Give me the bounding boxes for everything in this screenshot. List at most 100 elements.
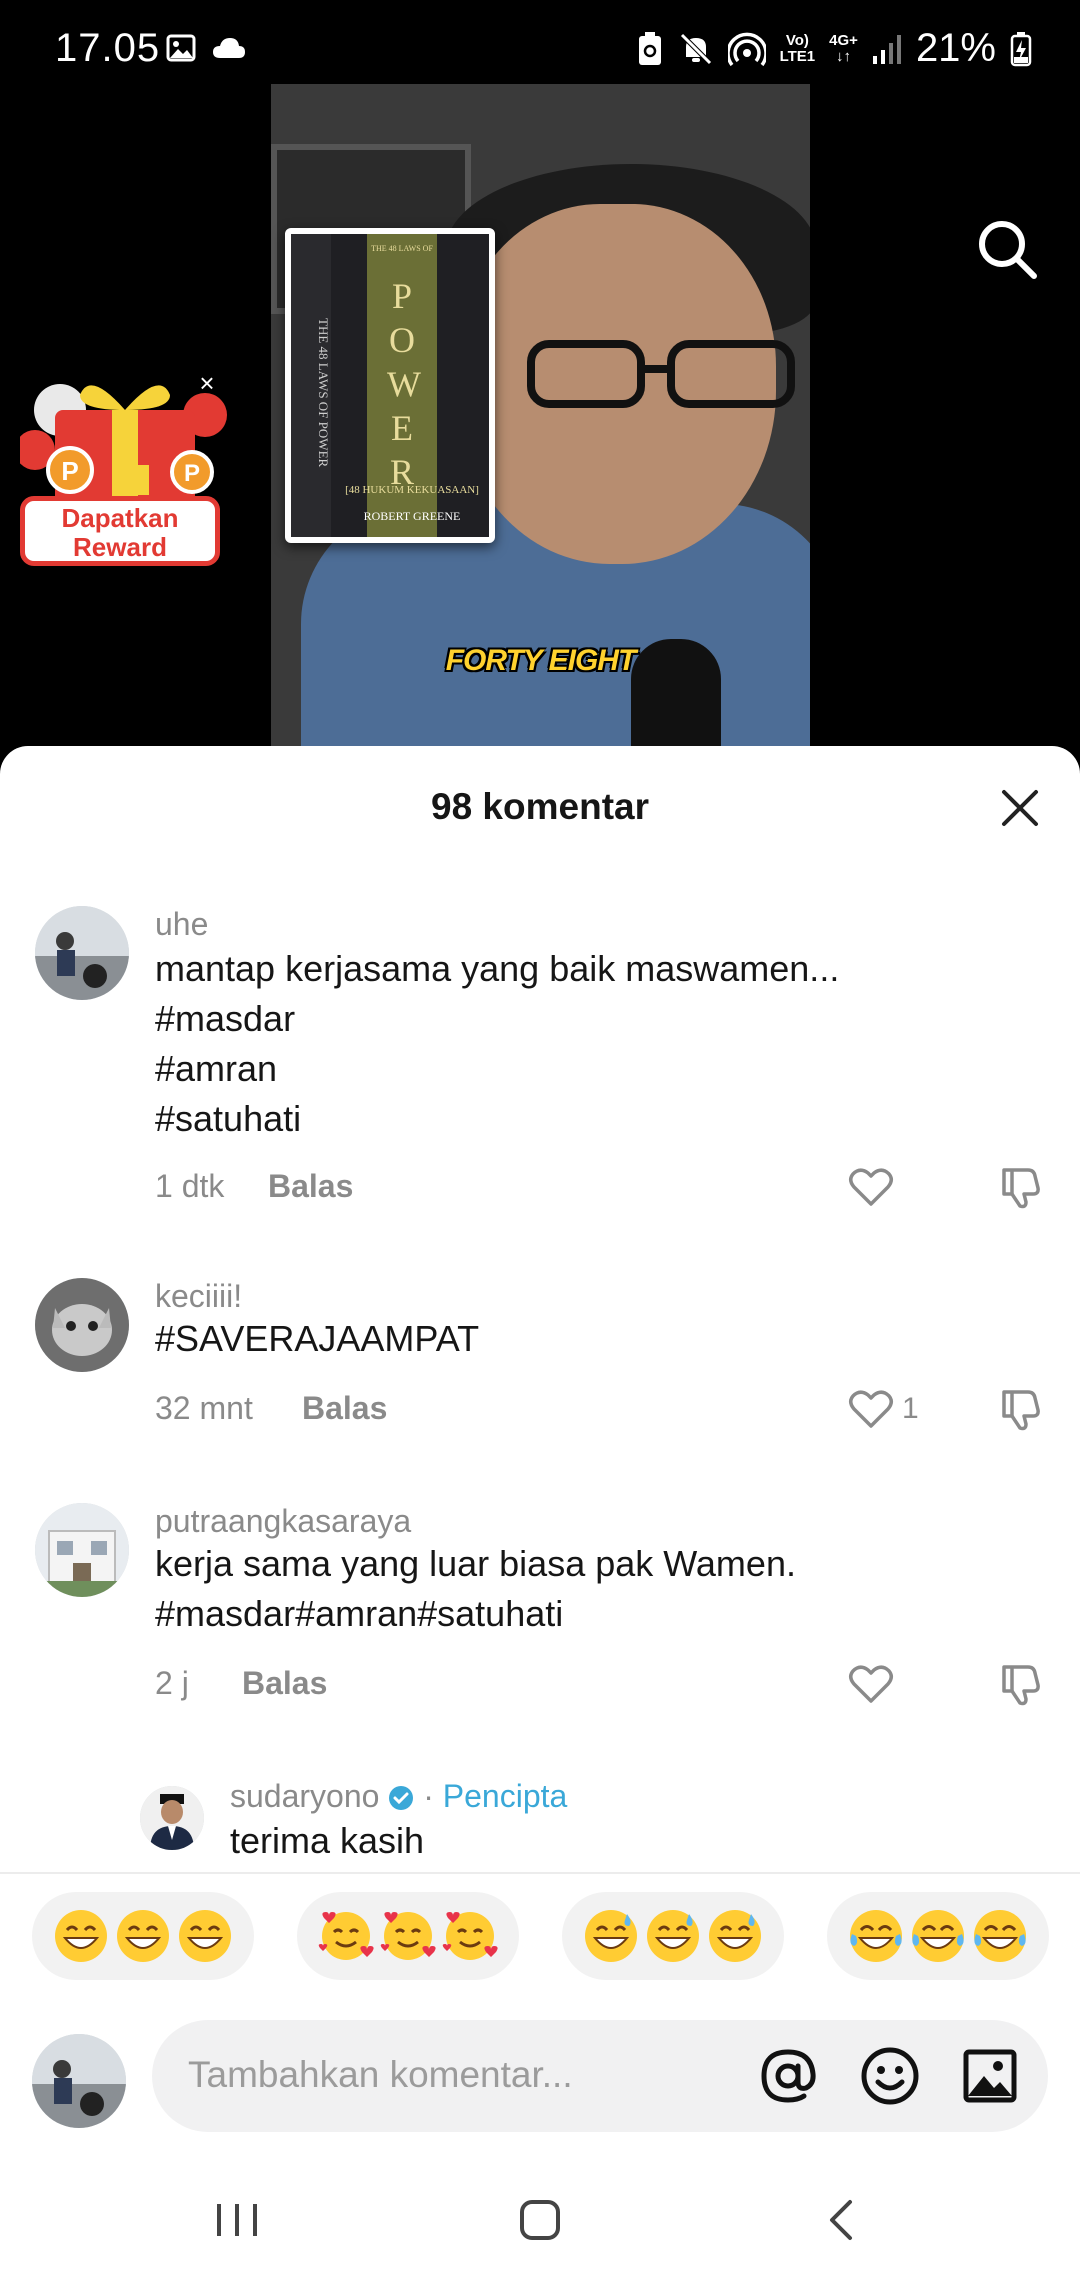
comment-input-placeholder: Tambahkan komentar...: [188, 2054, 573, 2095]
dislike-icon[interactable]: [998, 1164, 1044, 1210]
close-icon[interactable]: [998, 786, 1042, 830]
comment-time: 2 j: [155, 1665, 189, 1701]
dislike-icon[interactable]: [998, 1661, 1044, 1707]
smiling-hearts-emoji-icon: [318, 1912, 374, 1960]
mention-icon[interactable]: [756, 2044, 820, 2108]
book-title-text: POWER: [387, 276, 421, 492]
avatar[interactable]: [35, 1503, 129, 1597]
status-right-icons: Vo) LTE1 4G+ ↓↑ 21%: [636, 26, 1032, 71]
book-spine: THE 48 LAWS OF POWER: [291, 234, 331, 537]
grin-emoji-icon: [55, 1910, 107, 1962]
avatar-image: [35, 1503, 129, 1597]
comment-time: 1 dtk: [155, 1168, 225, 1204]
comment-input-row: Tambahkan komentar...: [0, 2020, 1080, 2135]
sweat-smile-emoji-icon: [709, 1910, 761, 1962]
divider: [0, 1872, 1080, 1874]
emoji-tears-joy-button[interactable]: [827, 1892, 1049, 1980]
battery-charging-icon: [1010, 31, 1032, 66]
network-type: 4G+ ↓↑: [829, 31, 858, 65]
reply-comment-item: sudaryono · Pencipta terima kasih: [0, 1778, 1080, 1878]
avatar-image: [35, 1278, 129, 1372]
comment-text: #SAVERAJAAMPAT: [155, 1318, 480, 1359]
comment-item: uhe mantap kerjasama yang baik maswamen.…: [0, 906, 1080, 1209]
sweat-smile-emoji-icon: [585, 1910, 637, 1962]
glasses-shape: [527, 340, 795, 408]
reward-label-line1: Dapatkan: [61, 503, 179, 533]
signal-icon: [872, 34, 901, 64]
reply-button[interactable]: Balas: [242, 1665, 327, 1702]
book-author: ROBERT GREENE: [363, 509, 461, 523]
tears-of-joy-emoji-icon: [912, 1910, 964, 1962]
reply-username-row: sudaryono · Pencipta: [230, 1778, 567, 1815]
volte-label: Vo) LTE1: [779, 31, 816, 65]
smiling-hearts-emoji-icon: [380, 1912, 436, 1960]
book-cover: THE 48 LAWS OF POWER THE 48 LAWS OF POWE…: [285, 228, 495, 543]
book-top-text: THE 48 LAWS OF: [371, 244, 433, 253]
heart-icon[interactable]: [848, 1166, 894, 1208]
comment-username[interactable]: keciiii!: [155, 1278, 242, 1315]
emoji-sweat-smile-button[interactable]: [562, 1892, 784, 1980]
heart-icon[interactable]: [848, 1388, 894, 1430]
reward-close-button[interactable]: ×: [196, 370, 218, 396]
emoji-quick-bar: [0, 1892, 1080, 1980]
tears-of-joy-emoji-icon: [850, 1910, 902, 1962]
comment-username[interactable]: uhe: [155, 906, 208, 943]
sweat-smile-emoji-icon: [647, 1910, 699, 1962]
smiling-hearts-emoji-icon: [442, 1912, 498, 1960]
status-left-icons: [165, 32, 247, 64]
comment-item: putraangkasaraya kerja sama yang luar bi…: [0, 1503, 1080, 1706]
status-time: 17.05: [55, 26, 161, 70]
comments-count-title: 98 komentar: [431, 786, 649, 827]
recent-apps-icon[interactable]: [207, 2190, 267, 2250]
image-icon[interactable]: [958, 2044, 1022, 2108]
data-arrows-icon: ↓↑: [836, 47, 852, 65]
comment-text: kerja sama yang luar biasa pak Wamen. #m…: [155, 1543, 796, 1634]
comment-text: terima kasih: [230, 1820, 425, 1861]
book-title: POWER: [367, 274, 437, 494]
grin-emoji-icon: [117, 1910, 169, 1962]
home-icon[interactable]: [510, 2190, 570, 2250]
reply-button[interactable]: Balas: [302, 1390, 387, 1427]
grin-emoji-icon: [179, 1910, 231, 1962]
system-nav-bar: [0, 2160, 1080, 2280]
avatar[interactable]: [35, 906, 129, 1000]
reply-button[interactable]: Balas: [268, 1168, 353, 1205]
hotspot-icon: [727, 32, 766, 66]
volte-bottom: LTE1: [779, 47, 816, 65]
volte-top: Vo): [785, 31, 809, 49]
svg-text:P: P: [61, 456, 78, 486]
heart-icon[interactable]: [848, 1663, 894, 1705]
avatar[interactable]: [35, 1278, 129, 1372]
svg-text:P: P: [184, 460, 200, 487]
current-user-avatar[interactable]: [32, 2034, 126, 2128]
reward-label[interactable]: Dapatkan Reward: [20, 496, 220, 566]
emoji-hearts-button[interactable]: [297, 1892, 519, 1980]
battery-percent: 21%: [915, 26, 996, 70]
emoji-icon[interactable]: [858, 2044, 922, 2108]
video-caption: FORTY EIGHT: [445, 644, 637, 677]
video-frame[interactable]: THE 48 LAWS OF POWER THE 48 LAWS OF POWE…: [271, 84, 810, 754]
gallery-icon: [166, 34, 196, 62]
cloud-icon: [213, 38, 245, 58]
comment-input[interactable]: Tambahkan komentar...: [152, 2020, 1048, 2132]
avatar[interactable]: [140, 1786, 204, 1850]
mute-icon: [679, 32, 712, 65]
search-icon[interactable]: [972, 214, 1042, 284]
back-icon[interactable]: [812, 2190, 872, 2250]
comment-username[interactable]: sudaryono: [230, 1778, 379, 1814]
comment-username[interactable]: putraangkasaraya: [155, 1503, 411, 1540]
dislike-icon[interactable]: [998, 1386, 1044, 1432]
avatar-image: [32, 2034, 126, 2128]
emoji-grin-button[interactable]: [32, 1892, 254, 1980]
verified-icon: [389, 1786, 414, 1810]
comment-text: mantap kerjasama yang baik maswamen... #…: [155, 948, 840, 1139]
book-subtitle: [48 HUKUM KEKUASAAN]: [345, 484, 479, 496]
avatar-image: [140, 1786, 204, 1850]
avatar-image: [35, 906, 129, 1000]
network-type-label: 4G+: [829, 31, 858, 49]
battery-saver-icon: [638, 31, 661, 65]
separator-dot: ·: [423, 1778, 434, 1814]
comment-time: 32 mnt: [155, 1390, 253, 1426]
comment-item: keciiii! #SAVERAJAAMPAT 32 mnt Balas 1: [0, 1278, 1080, 1431]
like-count: 1: [902, 1392, 919, 1425]
